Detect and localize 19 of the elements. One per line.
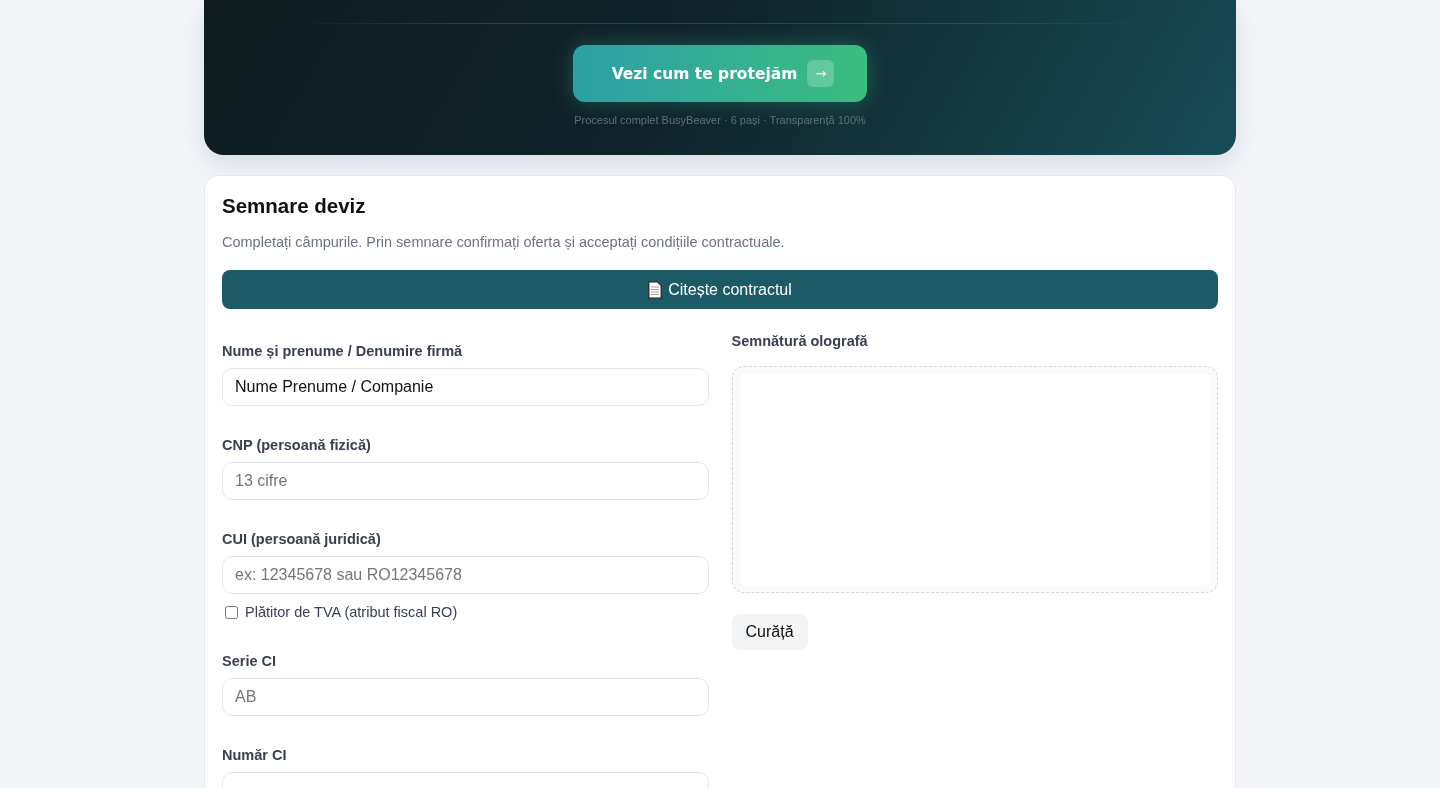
checkbox-label: Plătitor de TVA (atribut fiscal RO)	[245, 604, 458, 620]
read-contract-button[interactable]: Citește contractul	[222, 270, 1218, 309]
document-icon	[648, 280, 663, 299]
input-field[interactable]: ex: 12345678 sau RO12345678	[222, 556, 709, 594]
field-label: CNP (persoană fizică)	[222, 436, 372, 455]
field-label: Număr CI	[222, 746, 288, 765]
field-label: Nume și prenume / Denumire firmă	[222, 342, 464, 361]
signature-pad[interactable]	[731, 366, 1218, 593]
form-title: Semnare deviz	[222, 193, 367, 219]
signature-label: Semnătură olografă	[731, 332, 868, 351]
clear-button[interactable]: Curăță	[731, 614, 808, 650]
input-field[interactable]: 13 cifre	[222, 462, 709, 500]
form-description: Completați câmpurile. Prin semnare confirmați oferta și acceptați condițiile contractuale.	[222, 233, 786, 252]
field-label: Serie CI	[222, 652, 277, 671]
input-field[interactable]: AB	[222, 678, 709, 716]
hero-caption: Procesul complet BusyBeaver · 6 pași · Transparență 100%	[574, 114, 866, 126]
checkbox[interactable]	[225, 605, 238, 619]
input-field[interactable]: Nume Prenume / Companie	[222, 368, 709, 406]
field-label: CUI (persoană juridică)	[222, 530, 382, 549]
